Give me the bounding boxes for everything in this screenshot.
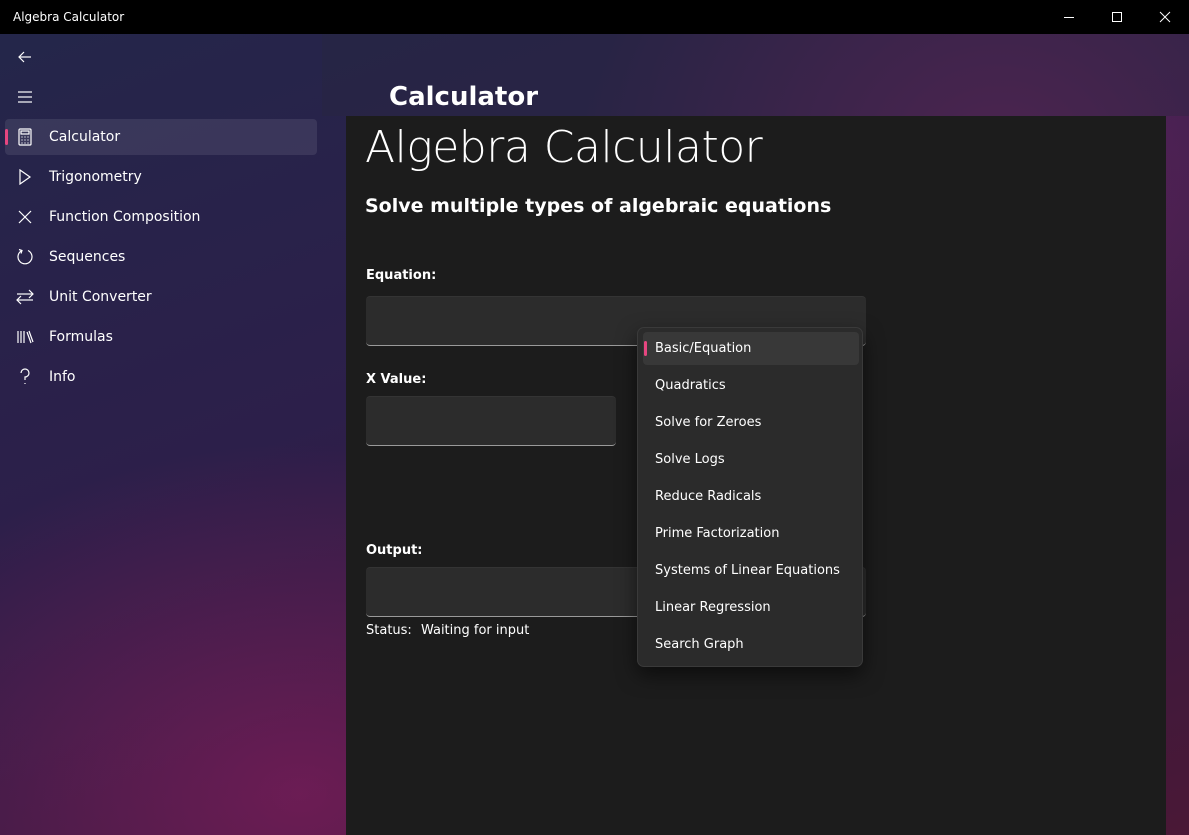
nav-item-label: Info [49,369,76,385]
hamburger-icon [18,91,32,103]
dropdown-item[interactable]: Solve for Zeroes [643,406,859,439]
dropdown-item-label: Systems of Linear Equations [655,563,840,578]
dropdown-item[interactable]: Quadratics [643,369,859,402]
refresh-icon [15,247,35,267]
equation-type-dropdown[interactable]: Basic/Equation Quadratics Solve for Zero… [637,327,863,667]
calculator-title: Algebra Calculator [365,122,763,173]
library-icon [15,327,35,347]
swap-arrows-icon [15,287,35,307]
dropdown-item[interactable]: Basic/Equation [643,332,859,365]
title-bar: Algebra Calculator [0,0,1189,34]
dropdown-item[interactable]: Solve Logs [643,443,859,476]
nav-item-calculator[interactable]: Calculator [5,119,317,155]
maximize-button[interactable] [1093,0,1141,34]
selection-indicator [644,341,647,356]
window-controls [1045,0,1189,34]
dropdown-item-label: Search Graph [655,637,744,652]
nav-item-label: Sequences [49,249,126,265]
maximize-icon [1112,12,1122,22]
dropdown-item-label: Solve Logs [655,452,725,467]
cross-icon [15,207,35,227]
dropdown-item[interactable]: Systems of Linear Equations [643,554,859,587]
hamburger-menu-button[interactable] [5,79,45,115]
x-value-label: X Value: [366,372,427,387]
close-icon [1159,11,1171,23]
status-line: Status: Waiting for input [366,623,534,638]
dropdown-item[interactable]: Search Graph [643,628,859,661]
minimize-icon [1064,17,1074,18]
selection-indicator [5,129,8,145]
dropdown-item-label: Prime Factorization [655,526,780,541]
dropdown-item[interactable]: Linear Regression [643,591,859,624]
minimize-button[interactable] [1045,0,1093,34]
calculator-icon [15,127,35,147]
nav-item-sequences[interactable]: Sequences [5,239,317,275]
equation-label: Equation: [366,268,437,283]
x-value-input[interactable] [366,396,616,446]
dropdown-item[interactable]: Prime Factorization [643,517,859,550]
dropdown-item-label: Basic/Equation [655,341,752,356]
dropdown-item-label: Quadratics [655,378,726,393]
close-button[interactable] [1141,0,1189,34]
calculator-subtitle: Solve multiple types of algebraic equati… [365,195,832,217]
window-title: Algebra Calculator [13,10,125,24]
nav-item-formulas[interactable]: Formulas [5,319,317,355]
back-button[interactable] [5,39,45,75]
status-value: Waiting for input [420,623,530,638]
nav-item-info[interactable]: Info [5,359,317,395]
status-label: Status: [366,623,412,638]
nav-item-label: Calculator [49,129,121,145]
nav-item-label: Unit Converter [49,289,152,305]
dropdown-item-label: Linear Regression [655,600,771,615]
back-arrow-icon [18,51,31,63]
nav-item-label: Trigonometry [49,169,142,185]
nav-item-trigonometry[interactable]: Trigonometry [5,159,317,195]
play-triangle-icon [15,167,35,187]
nav-item-label: Function Composition [49,209,201,225]
navigation-pane: Calculator Trigonometry Function Composi… [0,34,322,835]
output-label: Output: [366,543,423,558]
page-title: Calculator [389,82,539,112]
nav-item-function-composition[interactable]: Function Composition [5,199,317,235]
nav-item-label: Formulas [49,329,113,345]
dropdown-item-label: Solve for Zeroes [655,415,762,430]
dropdown-item[interactable]: Reduce Radicals [643,480,859,513]
dropdown-item-label: Reduce Radicals [655,489,762,504]
nav-item-unit-converter[interactable]: Unit Converter [5,279,317,315]
question-icon [15,367,35,387]
